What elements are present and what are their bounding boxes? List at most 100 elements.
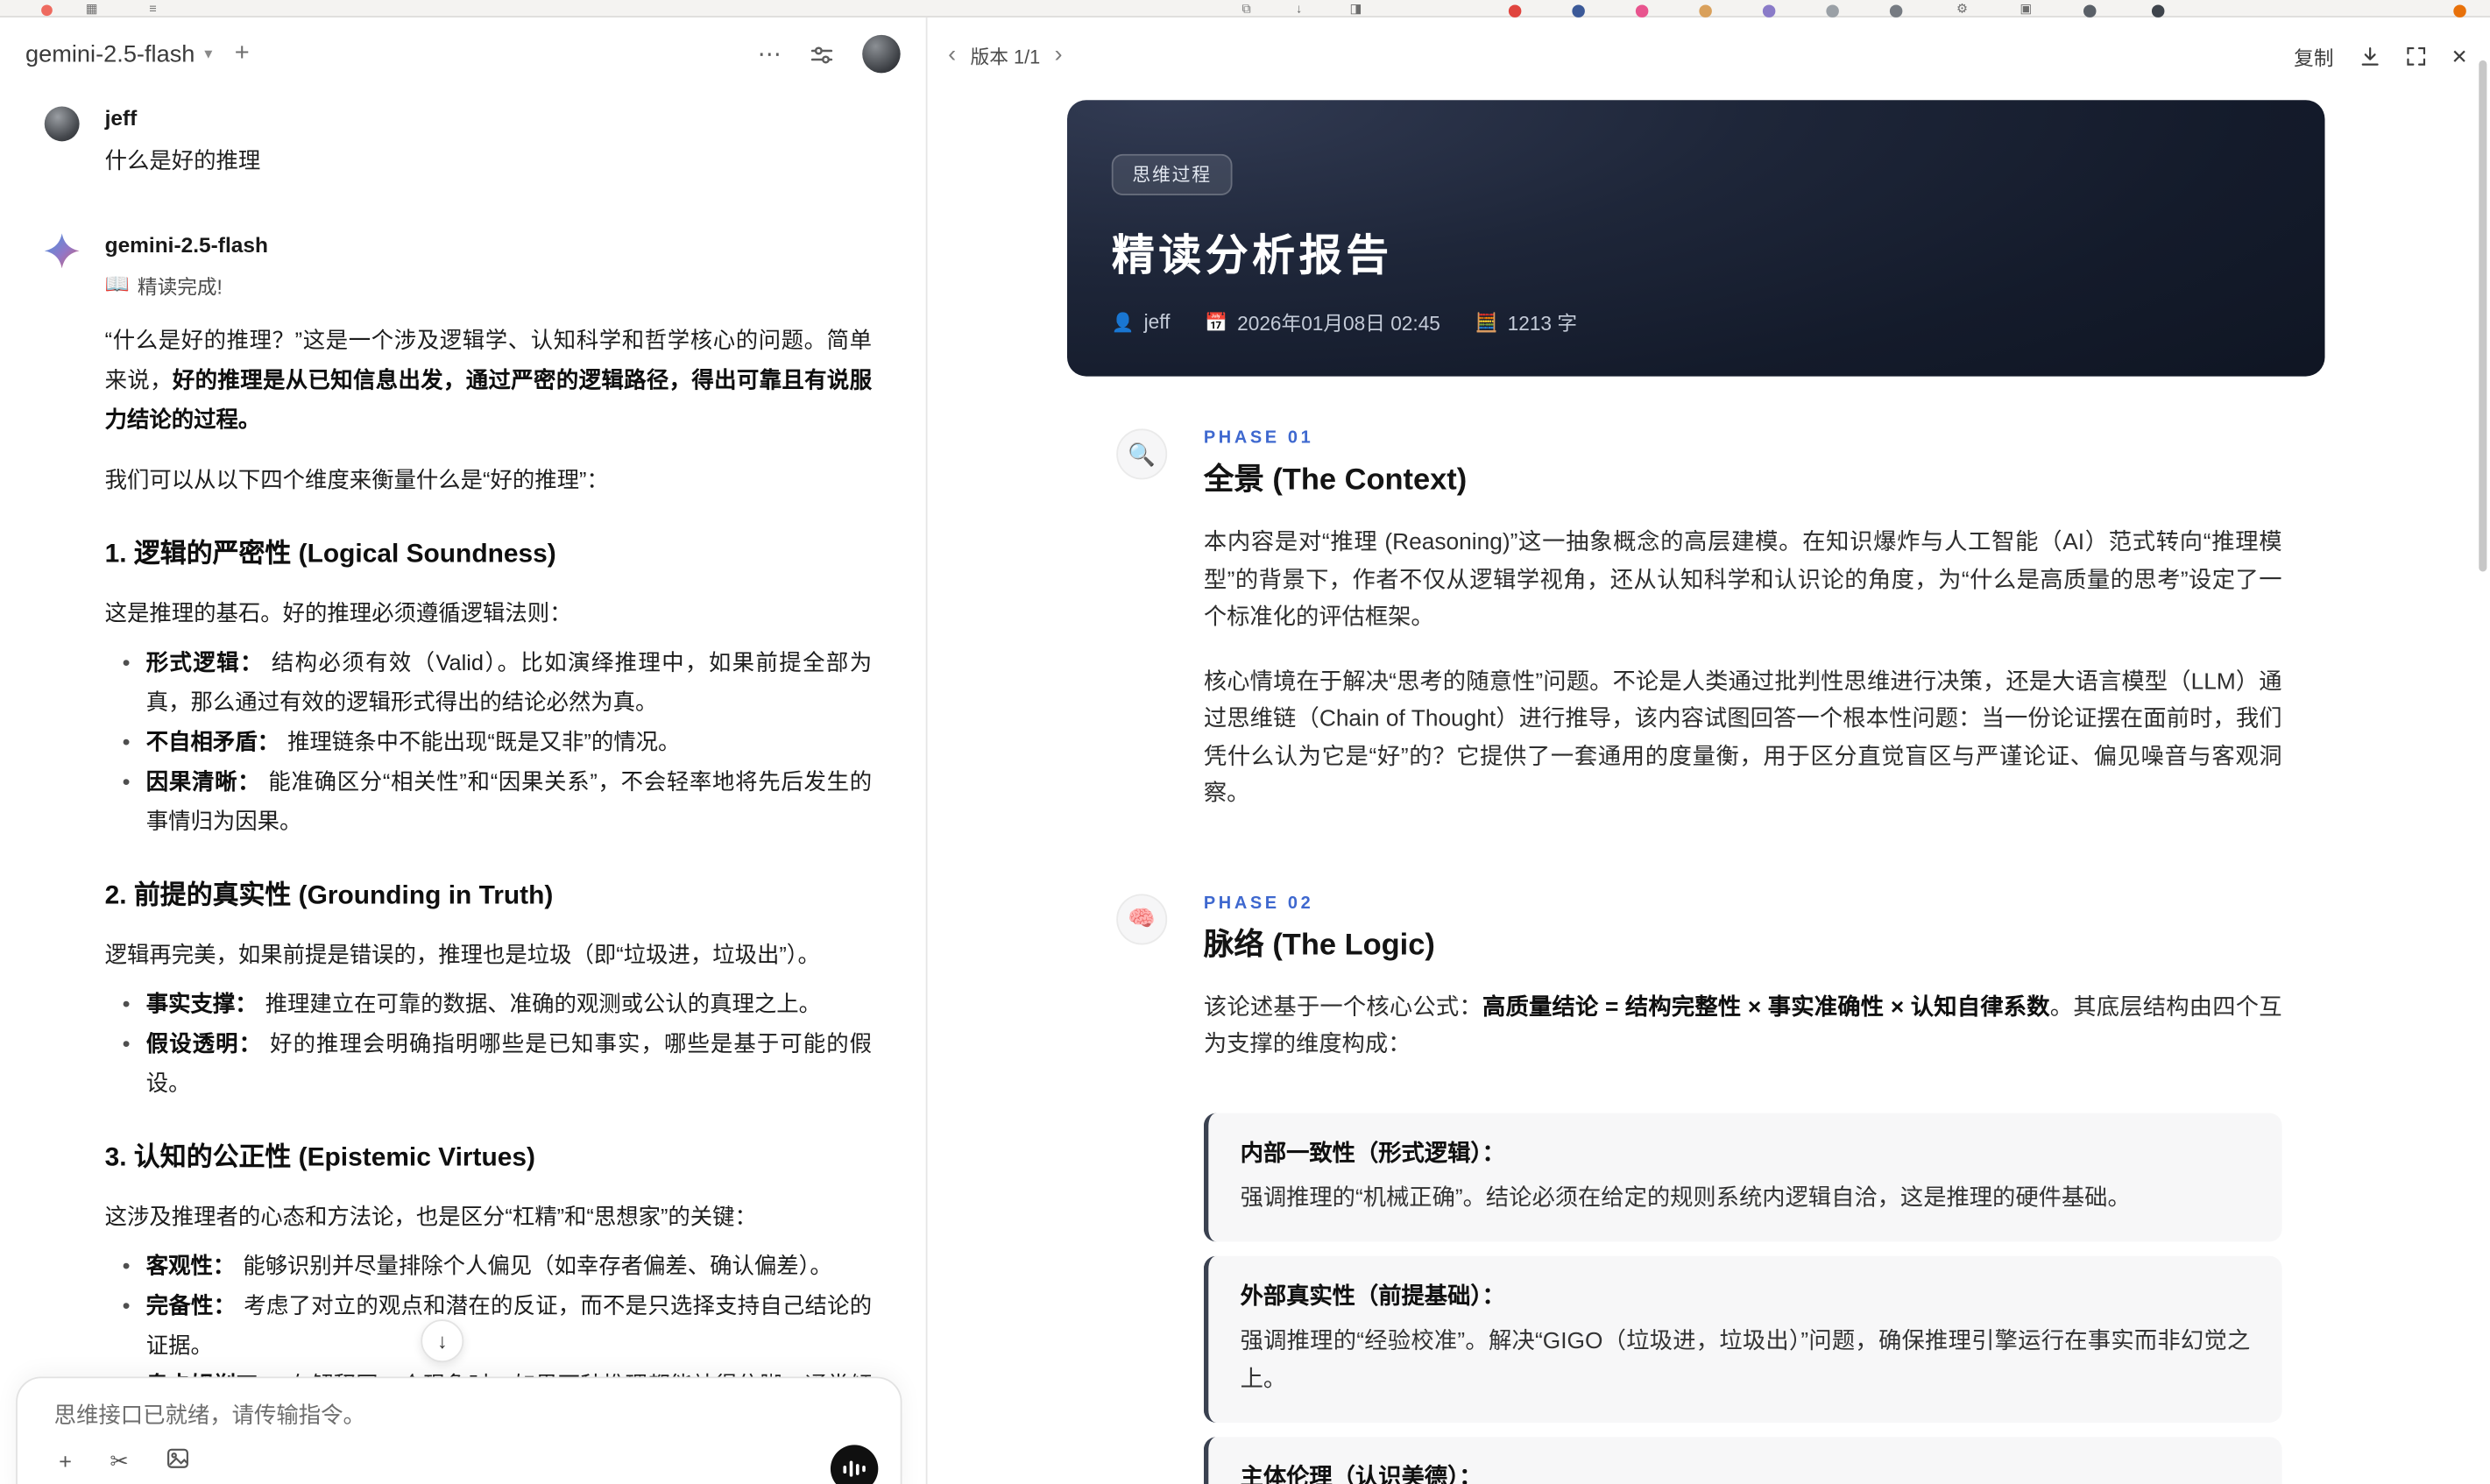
favicon[interactable] [1572, 4, 1585, 18]
date-meta: 📅 2026年01月08日 02:45 [1205, 307, 1440, 336]
report-meta: 👤 jeff 📅 2026年01月08日 02:45 🧮 1213 字 [1112, 307, 2281, 336]
user-avatar[interactable] [862, 34, 901, 74]
favicon[interactable] [1699, 4, 1712, 18]
model-switcher[interactable]: gemini-2.5-flash ▾ [25, 40, 212, 67]
phase-kicker: PHASE 01 [1203, 428, 1314, 449]
assistant-message: gemini-2.5-flash 📖 精读完成! “什么是好的推理？”这是一个涉… [0, 230, 926, 1484]
author-name: jeff [1143, 310, 1171, 333]
next-version-button[interactable]: › [1055, 42, 1063, 68]
report-title: 精读分析报告 [1111, 231, 1393, 279]
new-chat-button[interactable]: + [235, 39, 250, 68]
list-item: 因果清晰：能准确区分“相关性”和“因果关系”，不会轻率地将先后发生的事情归为因果… [105, 762, 873, 842]
list-item: 完备性：考虑了对立的观点和潜在的反证，而不是只选择支持自己结论的证据。 [105, 1286, 873, 1366]
paragraph: 核心情境在于解决“思考的随意性”问题。不论是人类通过批判性思维进行决策，还是大语… [1203, 668, 2282, 807]
phase-title: 脉络 (The Logic) [1203, 928, 1435, 962]
tune-icon [810, 46, 833, 63]
dimension-card: 外部真实性（前提基础）： 强调推理的“经验校准”。解决“GIGO（垃圾进，垃圾出… [1203, 1255, 2282, 1423]
favicon[interactable] [1635, 4, 1649, 18]
card-title: 主体伦理（认识美德）： [1240, 1465, 1482, 1484]
panel-icon[interactable]: ◨ [1350, 2, 1362, 18]
fullscreen-button[interactable] [2405, 46, 2426, 67]
favicon[interactable] [1762, 4, 1776, 18]
model-name: gemini-2.5-flash [25, 40, 195, 68]
paragraph: 我们可以从以下四个维度来衡量什么是“好的推理”： [104, 466, 609, 492]
favicon[interactable] [2083, 4, 2097, 18]
card-body: 强调推理的“机械正确”。结论必须在给定的规则系统内逻辑自洽，这是推理的硬件基础。 [1240, 1185, 2131, 1212]
section-heading: 3. 认知的公正性 (Epistemic Virtues) [104, 1143, 535, 1172]
more-options-button[interactable]: ⋯ [758, 39, 782, 68]
previous-version-button[interactable]: ‹ [948, 41, 957, 68]
artifact-panel: ‹ 版本 1/1 › 复制 ✕ 思维过程 精读分析报告 👤 jeff 📅 202… [929, 17, 2490, 1484]
report-badge: 思维过程 [1111, 153, 1233, 195]
grid-icon[interactable]: ▦ [86, 2, 98, 18]
down-arrow-icon: ↓ [436, 1329, 448, 1353]
more-icon: ⋯ [757, 41, 782, 68]
copy-tab-icon[interactable]: ⧉ [1241, 2, 1250, 18]
favicon[interactable] [1826, 4, 1839, 18]
app-window: ▦ ≡ ⧉ ↓ ◨ ⚙ ▣ gemini-2.5-flash ▾ + ⋯ jef… [0, 0, 2490, 1484]
download-button[interactable] [2359, 46, 2380, 67]
paragraph: 逻辑再完美，如果前提是错误的，推理也是垃圾（即“垃圾进，垃圾出”）。 [104, 941, 820, 967]
version-label: 版本 1/1 [970, 45, 1041, 68]
copy-button[interactable]: 复制 [2294, 40, 2333, 70]
artifact-toolbar: ‹ 版本 1/1 › 复制 ✕ [929, 18, 2490, 94]
gear-icon[interactable]: ⚙ [1956, 2, 1968, 18]
attach-plus-button[interactable]: + [59, 1448, 72, 1473]
chat-panel: gemini-2.5-flash ▾ + ⋯ jeff 什么是好的推理 gemi… [0, 17, 928, 1484]
favicon[interactable] [1508, 4, 1522, 18]
chat-message-list: jeff 什么是好的推理 gemini-2.5-flash 📖 精读完成! “什… [0, 90, 926, 1484]
chevron-left-icon: ‹ [948, 41, 957, 68]
dimension-card: 主体伦理（认识美德）： 转向推理者的心理特征。引入奥卡姆剃刀和反向论证，旨在克服… [1203, 1437, 2282, 1484]
paragraph: 本内容是对“推理 (Reasoning)”这一抽象概念的高层建模。在知识爆炸与人… [1203, 530, 2282, 631]
user-message-avatar [44, 106, 80, 142]
scrollbar[interactable] [2479, 60, 2487, 572]
status-text: 精读完成! [137, 276, 223, 299]
phase-section-1: 🔍 PHASE 01 全景 (The Context) 本内容是对“推理 (Re… [1067, 428, 2325, 814]
section-heading: 2. 前提的真实性 (Grounding in Truth) [104, 880, 554, 910]
paragraph: “什么是好的推理？”这是一个涉及逻辑学、认知科学和哲学核心的问题。简单来说，好的… [104, 327, 873, 432]
scissors-button[interactable]: ✂ [110, 1448, 128, 1473]
paragraph: 这涉及推理者的心态和方法论，也是区分“杠精”和“思想家”的关键： [104, 1203, 757, 1229]
chevron-down-icon: ▾ [204, 45, 213, 63]
menu-icon[interactable]: ≡ [149, 2, 156, 18]
user-message: jeff 什么是好的推理 [0, 103, 926, 180]
scroll-to-bottom-button[interactable]: ↓ [421, 1319, 464, 1363]
author-meta: 👤 jeff [1112, 310, 1171, 332]
list-item: 假设透明：好的推理会明确指明哪些是已知事实，哪些是基于可能的假设。 [105, 1024, 873, 1104]
settings-button[interactable] [810, 42, 833, 66]
phase-section-2: 🧠 PHASE 02 脉络 (The Logic) 该论述基于一个核心公式：高质… [1067, 893, 2325, 1484]
favicon[interactable] [2151, 4, 2165, 18]
puzzle-icon[interactable]: ▣ [2020, 2, 2033, 18]
list-item: 事实支撑：推理建立在可靠的数据、准确的观测或公认的真理之上。 [105, 985, 872, 1024]
expand-icon [2406, 46, 2425, 65]
book-icon: 📖 [104, 272, 130, 296]
favicon[interactable] [1889, 4, 1903, 18]
download-icon [2360, 46, 2378, 65]
browser-topbar: ▦ ≡ ⧉ ↓ ◨ ⚙ ▣ [0, 0, 2490, 18]
list-item: 客观性：能够识别并尽量排除个人偏见（如幸存者偏差、确认偏差）。 [105, 1247, 872, 1286]
chat-input[interactable]: 思维接口已就绪，请传输指令。 [54, 1399, 869, 1431]
close-icon: ✕ [2451, 45, 2468, 68]
message-author: jeff [104, 106, 138, 131]
close-button[interactable]: ✕ [2451, 44, 2468, 67]
favicon[interactable] [2453, 4, 2466, 18]
dimension-card: 内部一致性（形式逻辑）： 强调推理的“机械正确”。结论必须在给定的规则系统内逻辑… [1203, 1112, 2282, 1242]
list-item: 不自相矛盾：推理链条中不能出现“既是又非”的情况。 [105, 723, 872, 762]
paragraph: 这是推理的基石。好的推理必须遵循逻辑法则： [104, 600, 572, 626]
bullet-list: 事实支撑：推理建立在可靠的数据、准确的观测或公认的真理之上。 假设透明：好的推理… [105, 985, 873, 1104]
card-title: 外部真实性（前提基础）： [1240, 1284, 1505, 1311]
report-date: 2026年01月08日 02:45 [1237, 313, 1440, 336]
image-button[interactable] [166, 1448, 188, 1473]
assistant-content: “什么是好的推理？”这是一个涉及逻辑学、认知科学和哲学核心的问题。简单来说，好的… [105, 321, 872, 1484]
voice-input-button[interactable] [830, 1445, 879, 1484]
phase-title: 全景 (The Context) [1203, 463, 1468, 498]
word-count: 1213 字 [1507, 313, 1577, 336]
phase-kicker: PHASE 02 [1203, 893, 1314, 913]
section-heading: 1. 逻辑的严密性 (Logical Soundness) [104, 540, 556, 569]
message-text: 什么是好的推理 [104, 147, 261, 173]
window-close-button[interactable] [41, 4, 53, 17]
person-icon: 👤 [1111, 313, 1135, 333]
message-author: gemini-2.5-flash [104, 233, 268, 258]
download-tab-icon[interactable]: ↓ [1296, 2, 1302, 18]
reading-status: 📖 精读完成! [105, 270, 872, 300]
